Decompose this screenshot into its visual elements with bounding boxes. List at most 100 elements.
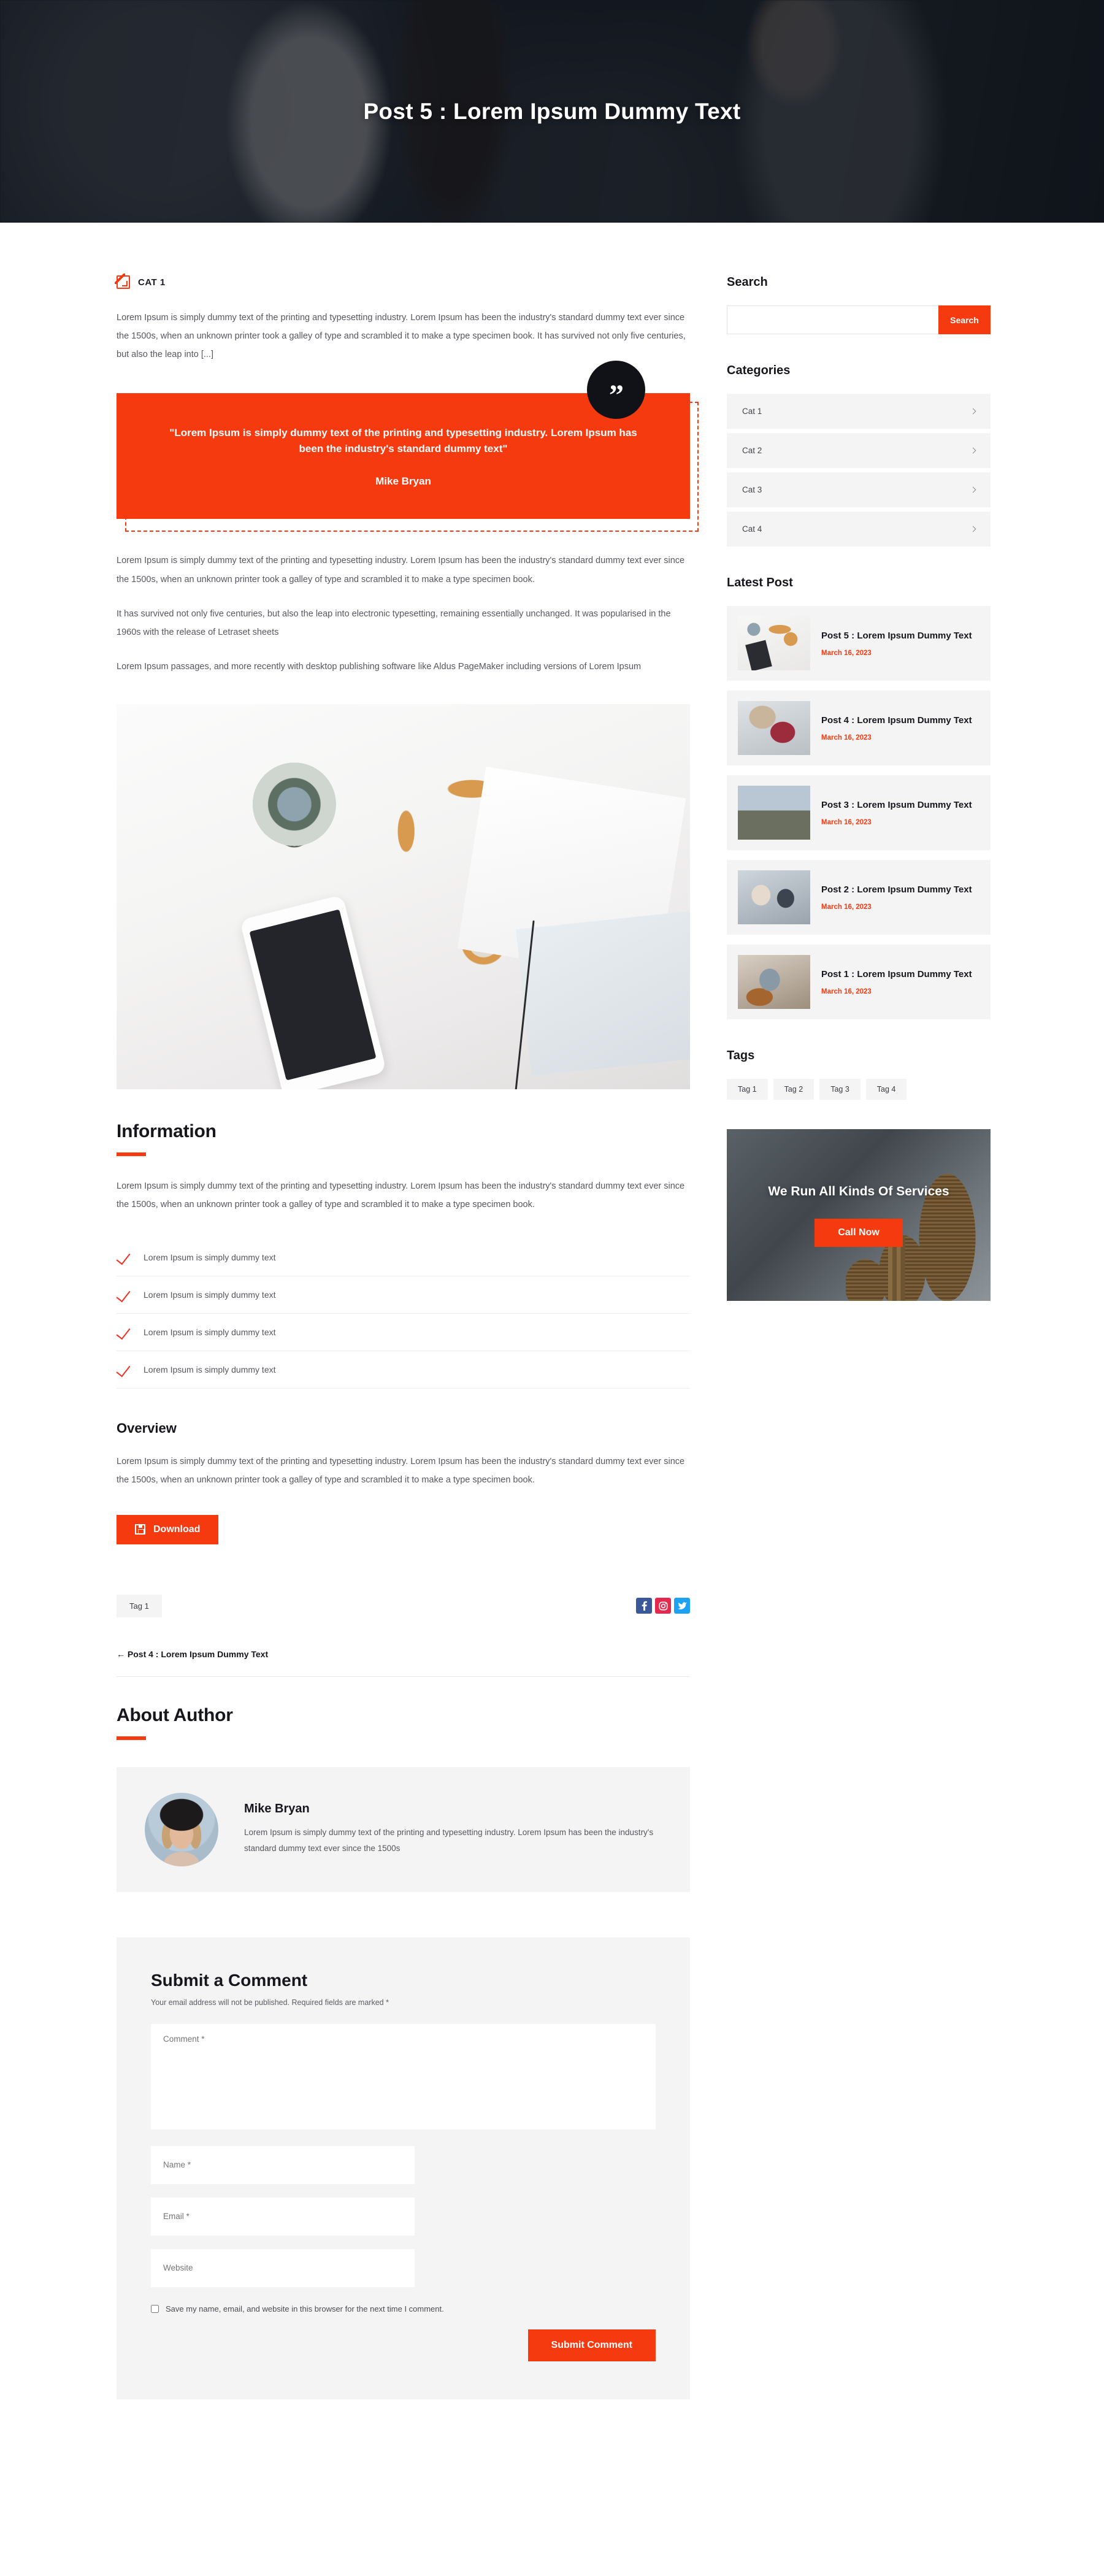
quote-author: Mike Bryan: [375, 475, 431, 488]
promo-banner: We Run All Kinds Of Services Call Now: [727, 1129, 991, 1301]
call-now-button[interactable]: Call Now: [815, 1218, 903, 1247]
post-date: March 16, 2023: [821, 987, 872, 995]
post-paragraph-1: Lorem Ipsum is simply dummy text of the …: [117, 556, 685, 585]
featured-paper-sheet-2: [516, 910, 690, 1076]
post-title: Post 2 : Lorem Ipsum Dummy Text: [821, 884, 972, 895]
post-date: March 16, 2023: [821, 903, 872, 911]
list-item[interactable]: Post 1 : Lorem Ipsum Dummy Text March 16…: [727, 945, 991, 1019]
search-button[interactable]: Search: [938, 305, 991, 334]
post-tag-chip[interactable]: Tag 1: [117, 1594, 162, 1617]
submit-comment-button[interactable]: Submit Comment: [527, 2329, 656, 2361]
tag-chip[interactable]: Tag 4: [865, 1079, 907, 1100]
list-item[interactable]: Post 3 : Lorem Ipsum Dummy Text March 16…: [727, 775, 991, 850]
post-title: Post 5 : Lorem Ipsum Dummy Text: [821, 631, 972, 642]
hero-banner: Post 5 : Lorem Ipsum Dummy Text: [0, 0, 1104, 223]
search-input[interactable]: [727, 305, 938, 334]
category-label: Cat 4: [742, 524, 762, 534]
overview-heading: Overview: [117, 1420, 177, 1436]
facebook-icon[interactable]: [636, 1598, 652, 1614]
list-item[interactable]: Post 5 : Lorem Ipsum Dummy Text March 16…: [727, 606, 991, 681]
post-title: Post 4 : Lorem Ipsum Dummy Text: [821, 715, 972, 726]
tag-chip[interactable]: Tag 3: [819, 1079, 861, 1100]
page-title: Post 5 : Lorem Ipsum Dummy Text: [363, 98, 741, 124]
sidebar-item-cat-3[interactable]: Cat 3: [727, 472, 991, 507]
save-info-label[interactable]: Save my name, email, and website in this…: [166, 2304, 444, 2313]
list-item[interactable]: Post 4 : Lorem Ipsum Dummy Text March 16…: [727, 691, 991, 765]
information-paragraph: Lorem Ipsum is simply dummy text of the …: [117, 1181, 685, 1210]
post-thumbnail: [738, 786, 810, 840]
check-icon: [117, 1325, 144, 1339]
sidebar-item-cat-2[interactable]: Cat 2: [727, 433, 991, 468]
information-heading: Information: [117, 1121, 217, 1142]
about-author-heading: About Author: [117, 1704, 233, 1725]
overview-paragraph: Lorem Ipsum is simply dummy text of the …: [117, 1456, 685, 1485]
comment-textarea[interactable]: [151, 2023, 656, 2129]
category-label: Cat 1: [742, 407, 762, 416]
list-item-label: Lorem Ipsum is simply dummy text: [144, 1327, 276, 1337]
sidebar-item-cat-1[interactable]: Cat 1: [727, 394, 991, 429]
save-floppy-icon: [135, 1524, 145, 1535]
tag-chip[interactable]: Tag 1: [727, 1079, 768, 1100]
about-author-section: About Author Mike Bryan Lorem Ipsum is s…: [117, 1705, 690, 1892]
website-field[interactable]: [151, 2248, 415, 2287]
email-field[interactable]: [151, 2197, 415, 2236]
post-title: Post 1 : Lorem Ipsum Dummy Text: [821, 969, 972, 980]
list-item: Lorem Ipsum is simply dummy text: [117, 1239, 690, 1276]
tags-widget: Tags Tag 1 Tag 2 Tag 3 Tag 4: [727, 1049, 991, 1100]
twitter-icon[interactable]: [674, 1598, 690, 1614]
author-name: Mike Bryan: [244, 1802, 310, 1816]
post-thumbnail: [738, 701, 810, 755]
categories-widget: Categories Cat 1 Cat 2 Cat 3 Cat 4: [727, 364, 991, 546]
comment-form-title: Submit a Comment: [151, 1970, 308, 1990]
sidebar: Search Search Categories Cat 1 Cat 2 Cat…: [727, 275, 991, 1301]
featured-image: [117, 704, 690, 1090]
check-icon: [117, 1288, 144, 1301]
previous-post-link[interactable]: ← Post 4 : Lorem Ipsum Dummy Text: [117, 1649, 268, 1659]
overview-section: Overview Lorem Ipsum is simply dummy tex…: [117, 1420, 690, 1544]
tags-widget-title: Tags: [727, 1049, 755, 1062]
search-widget: Search Search: [727, 275, 991, 334]
download-button-label: Download: [153, 1524, 201, 1535]
avatar: [145, 1792, 218, 1866]
name-field[interactable]: [151, 2145, 415, 2184]
download-button[interactable]: Download: [117, 1514, 219, 1544]
pull-quote: "Lorem Ipsum is simply dummy text of the…: [117, 361, 699, 532]
information-section: Information Lorem Ipsum is simply dummy …: [117, 1121, 690, 1389]
check-icon: [117, 1363, 144, 1376]
post-intro-paragraph: Lorem Ipsum is simply dummy text of the …: [117, 313, 686, 360]
latest-post-widget-title: Latest Post: [727, 576, 793, 589]
post-date: March 16, 2023: [821, 818, 872, 826]
blog-post-page: Post 5 : Lorem Ipsum Dummy Text CAT 1 Lo…: [0, 0, 1104, 2576]
categories-widget-title: Categories: [727, 364, 791, 377]
post-category[interactable]: CAT 1: [115, 274, 690, 289]
quote-text: "Lorem Ipsum is simply dummy text of the…: [169, 426, 637, 454]
list-item: Lorem Ipsum is simply dummy text: [117, 1351, 690, 1389]
post-category-label: CAT 1: [138, 277, 166, 288]
chevron-right-icon: [970, 486, 976, 493]
post-paragraph-2: It has survived not only five centuries,…: [117, 608, 671, 637]
category-label: Cat 2: [742, 446, 762, 455]
promo-title: We Run All Kinds Of Services: [768, 1184, 949, 1199]
about-author-heading-underline: [117, 1736, 146, 1740]
tag-chip[interactable]: Tag 2: [773, 1079, 815, 1100]
list-item[interactable]: Post 2 : Lorem Ipsum Dummy Text March 16…: [727, 860, 991, 935]
chevron-right-icon: [970, 408, 976, 415]
instagram-icon[interactable]: [655, 1598, 671, 1614]
post-date: March 16, 2023: [821, 734, 872, 742]
promo-widget: We Run All Kinds Of Services Call Now: [727, 1129, 991, 1301]
post-navigation: ← Post 4 : Lorem Ipsum Dummy Text: [117, 1649, 690, 1677]
post-footer-bar: Tag 1: [117, 1594, 690, 1617]
check-icon: [117, 1251, 144, 1264]
sidebar-item-cat-4[interactable]: Cat 4: [727, 512, 991, 546]
list-item-label: Lorem Ipsum is simply dummy text: [144, 1289, 276, 1300]
list-item-label: Lorem Ipsum is simply dummy text: [144, 1364, 276, 1374]
post-date: March 16, 2023: [821, 649, 872, 657]
chevron-right-icon: [970, 447, 976, 454]
main-content: CAT 1 Lorem Ipsum is simply dummy text o…: [115, 274, 699, 2399]
author-bio: Lorem Ipsum is simply dummy text of the …: [244, 1828, 654, 1853]
save-info-checkbox[interactable]: [151, 2304, 159, 2313]
post-thumbnail: [738, 955, 810, 1009]
latest-post-widget: Latest Post Post 5 : Lorem Ipsum Dummy T…: [727, 576, 991, 1019]
post-thumbnail: [738, 616, 810, 670]
list-item-label: Lorem Ipsum is simply dummy text: [144, 1252, 276, 1262]
